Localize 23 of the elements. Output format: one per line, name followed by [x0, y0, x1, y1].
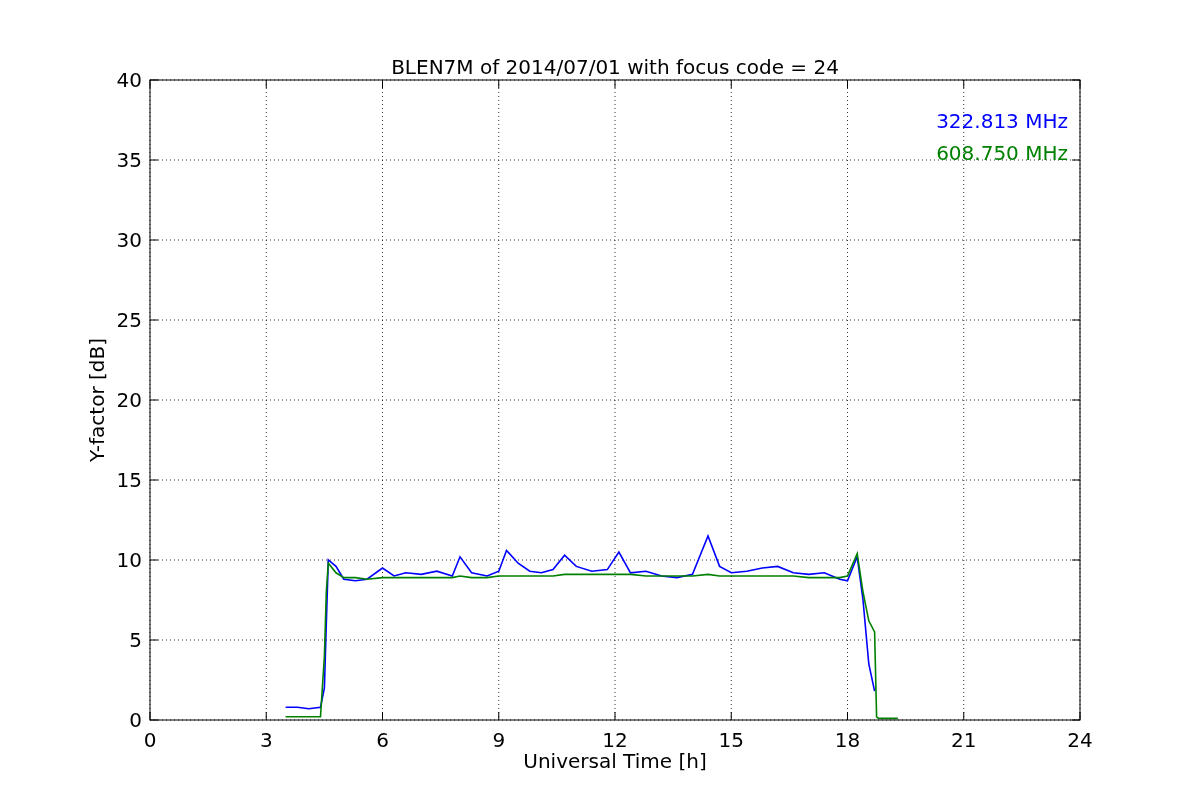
y-tick-label: 5 [129, 628, 142, 652]
x-axis-label: Universal Time [h] [523, 749, 707, 773]
y-tick-label: 0 [129, 708, 142, 732]
y-axis-label: Y-factor [dB] [85, 338, 109, 462]
y-tick-label: 10 [116, 548, 142, 572]
x-tick-label: 0 [143, 728, 157, 752]
y-tick-label: 40 [116, 68, 142, 92]
x-tick-label: 12 [602, 728, 628, 752]
x-tick-label: 24 [1067, 728, 1093, 752]
y-tick-label: 15 [116, 468, 142, 492]
x-tick-label: 18 [834, 728, 861, 752]
chart-title: BLEN7M of 2014/07/01 with focus code = 24 [391, 55, 839, 79]
y-tick-label: 20 [116, 388, 142, 412]
x-tick-label: 9 [492, 728, 506, 752]
x-tick-label: 3 [259, 728, 273, 752]
x-tick-label: 15 [718, 728, 744, 752]
y-tick-label: 25 [116, 308, 142, 332]
y-tick-label: 30 [116, 228, 142, 252]
legend-label: 322.813 MHz [936, 109, 1068, 133]
y-tick-label: 35 [116, 148, 142, 172]
x-tick-label: 21 [951, 728, 977, 752]
legend-label: 608.750 MHz [936, 141, 1068, 165]
x-tick-label: 6 [376, 728, 389, 752]
